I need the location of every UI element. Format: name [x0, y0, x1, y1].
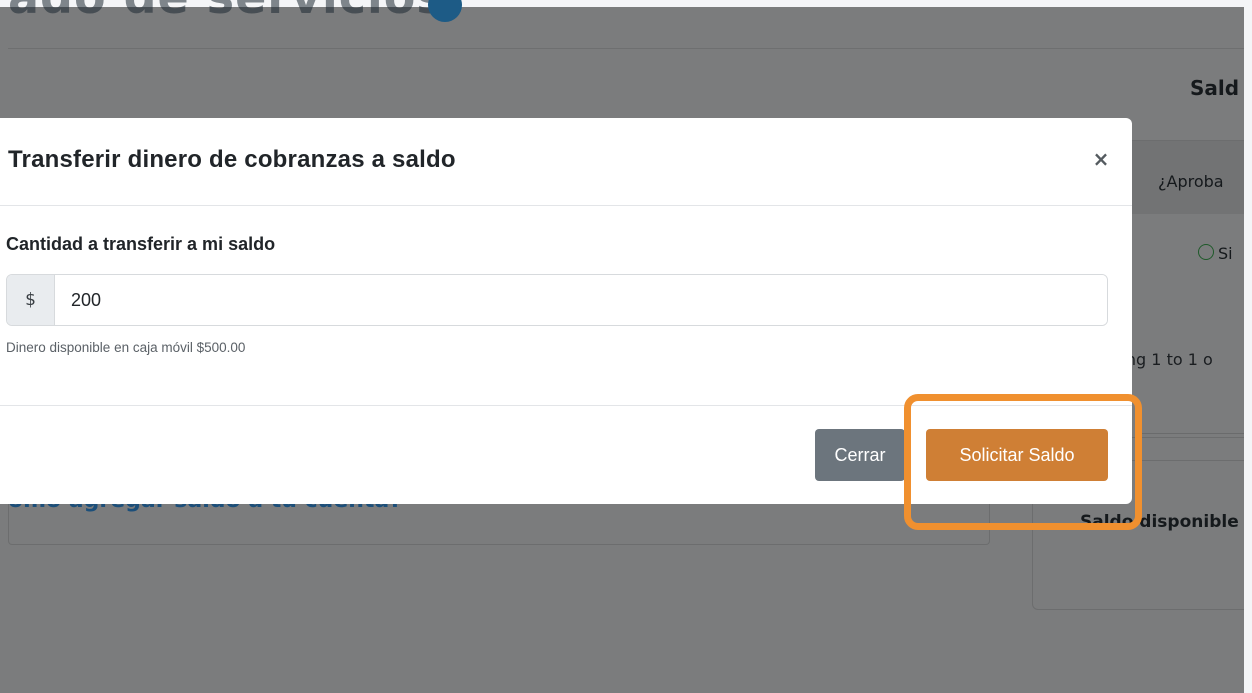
close-button[interactable]: Cerrar: [815, 429, 905, 481]
amount-field-label: Cantidad a transferir a mi saldo: [6, 234, 276, 254]
modal-title: Transferir dinero de cobranzas a saldo: [8, 146, 456, 173]
available-money-help-text: Dinero disponible en caja móvil $500.00: [6, 340, 246, 355]
saldo-section-header: Sald: [1190, 76, 1240, 100]
currency-prefix: $: [7, 275, 55, 325]
modal-footer-divider: [0, 405, 1132, 406]
table-divider: [1140, 433, 1252, 434]
table-header-approved: ¿Aproba: [1158, 172, 1224, 191]
transfer-modal: Transferir dinero de cobranzas a saldo ×…: [0, 118, 1132, 504]
modal-header: Transferir dinero de cobranzas a saldo ×: [0, 118, 1132, 206]
available-balance-label: Saldo disponible: [1080, 512, 1239, 532]
amount-input[interactable]: [55, 275, 1107, 325]
screen-frame-right: [1244, 0, 1252, 693]
request-balance-button[interactable]: Solicitar Saldo: [926, 429, 1108, 481]
header-divider: [8, 48, 1244, 49]
amount-input-group: $: [6, 274, 1108, 326]
check-circle-icon: [1198, 244, 1214, 260]
page-title: ado de servicios: [8, 0, 445, 24]
close-icon[interactable]: ×: [1090, 146, 1112, 172]
table-cell-approved: Si: [1198, 244, 1233, 263]
table-cell-approved-text: Si: [1218, 244, 1233, 263]
